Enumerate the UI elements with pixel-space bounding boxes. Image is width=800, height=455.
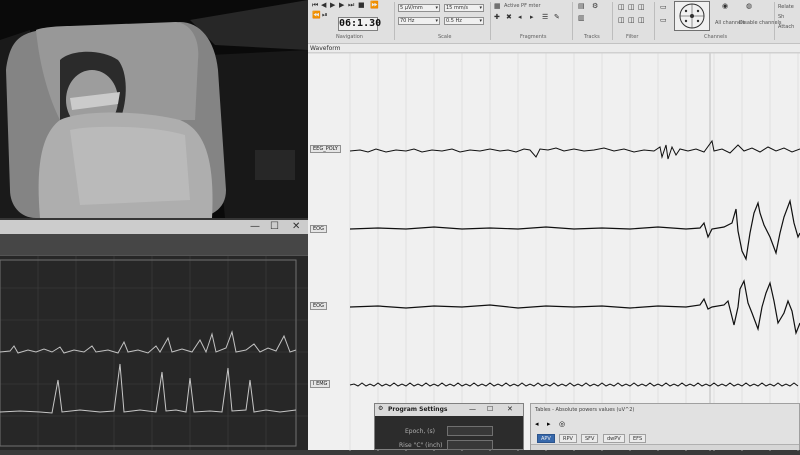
signal-window-titlebar: — ☐ ✕ (0, 220, 308, 234)
tracks-icon[interactable]: ▤ (578, 2, 585, 10)
tab-sfv[interactable]: SFV (581, 434, 599, 443)
nav-next-icon[interactable]: ▶ (339, 1, 344, 9)
table-header-row (531, 444, 799, 450)
channel-icon-2[interactable]: ▭ (660, 16, 667, 24)
epoch-input[interactable] (447, 426, 493, 436)
nav-forward-icon[interactable]: ⏩ (370, 1, 379, 9)
signal-monitor-window: — ☐ ✕ (0, 220, 308, 450)
signal-traces (0, 256, 308, 450)
trace-eog-2 (349, 279, 800, 336)
signal-plot (0, 256, 308, 450)
low-filter-select[interactable]: 0.5 Hz (444, 17, 484, 25)
table-forward-icon[interactable]: ▸ (547, 420, 551, 428)
nav-prev-icon[interactable]: ◀ (321, 1, 326, 9)
channel-label-eog-2[interactable]: EOG (310, 302, 327, 310)
channel-label-eog-1[interactable]: EOG (310, 225, 327, 233)
waveform-panel-title: Waveform (310, 45, 341, 52)
dialog-titlebar: ⚙ Program Settings — ☐ ✕ (375, 404, 523, 416)
all-channels-icon[interactable]: ◉ (722, 2, 728, 10)
fragment-remove-icon[interactable]: ✖ (506, 13, 512, 21)
disable-channels-icon[interactable]: ◍ (746, 2, 752, 10)
sensitivity-select[interactable]: 5 µV/mm (398, 4, 440, 12)
ribbon-separator (654, 2, 655, 40)
waveform-area[interactable]: EEG_POLY EOG EOG I EMG (308, 52, 800, 451)
rise-input[interactable] (447, 440, 493, 450)
tab-dwpv[interactable]: dwPV (603, 434, 625, 443)
nav-step-icon[interactable]: ⏯ (322, 11, 328, 19)
ribbon-separator (394, 2, 395, 40)
eeg-application: ⏮ ◀ ▶ ▶ ⏭ ■ ⏩ ⏪ ⏯ 06:1.30 Navigation 5 µ… (308, 0, 800, 451)
table-back-icon[interactable]: ◂ (535, 420, 539, 428)
ribbon-separator (572, 2, 573, 40)
fragment-edit-icon[interactable]: ✎ (554, 13, 560, 21)
time-counter[interactable]: 06:1.30 (338, 17, 381, 31)
disable-channels-label[interactable]: Disable channels (739, 20, 782, 26)
group-label-fragments: Fragments (520, 34, 547, 40)
filter-icon-5[interactable]: ◫ (628, 16, 635, 24)
dialog-close-button[interactable]: ✕ (507, 405, 513, 413)
signal-trace-lower (0, 363, 297, 414)
eeg-traces (308, 52, 800, 451)
trace-eog-1 (349, 198, 800, 261)
tables-panel: Tables - Absolute powers values (uV^2) ◂… (530, 403, 800, 450)
tab-efs[interactable]: EFS (629, 434, 647, 443)
table-refresh-icon[interactable]: ◎ (559, 420, 565, 428)
minimize-button[interactable]: — (250, 221, 260, 233)
head-map-icon (679, 3, 705, 29)
ribbon-separator (774, 2, 775, 40)
channel-label-emg[interactable]: I EMG (310, 380, 331, 388)
group-label-scale: Scale (438, 34, 452, 40)
channel-label-eeg-poly[interactable]: EEG_POLY (310, 145, 341, 153)
relate-button[interactable]: Relate (778, 4, 794, 10)
filter-icon-6[interactable]: ◫ (638, 16, 645, 24)
fragment-icon[interactable]: ▦ (494, 2, 501, 10)
fragment-active-label: Active PF mter (504, 3, 541, 9)
program-settings-dialog: ⚙ Program Settings — ☐ ✕ Epoch, (s) Rise… (374, 403, 524, 450)
close-button[interactable]: ✕ (292, 221, 300, 233)
fragment-next-icon[interactable]: ▸ (530, 13, 534, 21)
filter-icon-2[interactable]: ◫ (628, 3, 635, 11)
nav-first-icon[interactable]: ⏮ (312, 1, 318, 9)
tracks-add-icon[interactable]: ▥ (578, 14, 585, 22)
fragment-add-icon[interactable]: ✚ (494, 13, 500, 21)
ribbon-separator (490, 2, 491, 40)
nav-stop-icon[interactable]: ■ (358, 1, 365, 9)
maximize-button[interactable]: ☐ (270, 221, 279, 233)
timebase-select[interactable]: 15 mm/s (444, 4, 484, 12)
tab-rpv[interactable]: RPV (559, 434, 577, 443)
signal-window-toolbar (0, 234, 308, 256)
group-label-navigation: Navigation (336, 34, 363, 40)
tables-title: Tables - Absolute powers values (uV^2) (535, 407, 635, 413)
camera-image (0, 0, 308, 218)
channel-icon-1[interactable]: ▭ (660, 3, 667, 11)
filter-icon-3[interactable]: ◫ (638, 3, 645, 11)
nav-last-icon[interactable]: ⏭ (348, 1, 354, 9)
fragment-list-icon[interactable]: ☰ (542, 13, 548, 21)
attach-button[interactable]: Attach (778, 24, 794, 30)
fragment-prev-icon[interactable]: ◂ (518, 13, 522, 21)
group-label-filter: Filter (626, 34, 639, 40)
tab-apv[interactable]: APV (537, 434, 555, 443)
ribbon-toolbar: ⏮ ◀ ▶ ▶ ⏭ ■ ⏩ ⏪ ⏯ 06:1.30 Navigation 5 µ… (308, 0, 800, 44)
filter-icon-4[interactable]: ◫ (618, 16, 625, 24)
patient-video-feed (0, 0, 308, 218)
settings-icon: ⚙ (378, 405, 384, 412)
tracks-config-icon[interactable]: ⚙ (592, 2, 598, 10)
filter-icon-1[interactable]: ◫ (618, 3, 625, 11)
trace-eeg-poly (349, 139, 800, 160)
high-filter-select[interactable]: 70 Hz (398, 17, 440, 25)
signal-trace-upper (0, 330, 297, 354)
group-label-tracks: Tracks (584, 34, 600, 40)
dialog-maximize-button[interactable]: ☐ (487, 405, 493, 413)
show-button[interactable]: Sh (778, 14, 784, 20)
nav-play-icon[interactable]: ▶ (330, 1, 335, 9)
dialog-title: Program Settings (388, 406, 448, 413)
nav-rewind-icon[interactable]: ⏪ (312, 11, 321, 19)
ribbon-separator (612, 2, 613, 40)
rise-label: Rise "C" (inch) (399, 442, 443, 449)
electrode-map-button[interactable] (674, 1, 710, 31)
dialog-minimize-button[interactable]: — (469, 405, 476, 413)
group-label-channels: Channels (704, 34, 728, 40)
epoch-label: Epoch, (s) (405, 428, 435, 435)
